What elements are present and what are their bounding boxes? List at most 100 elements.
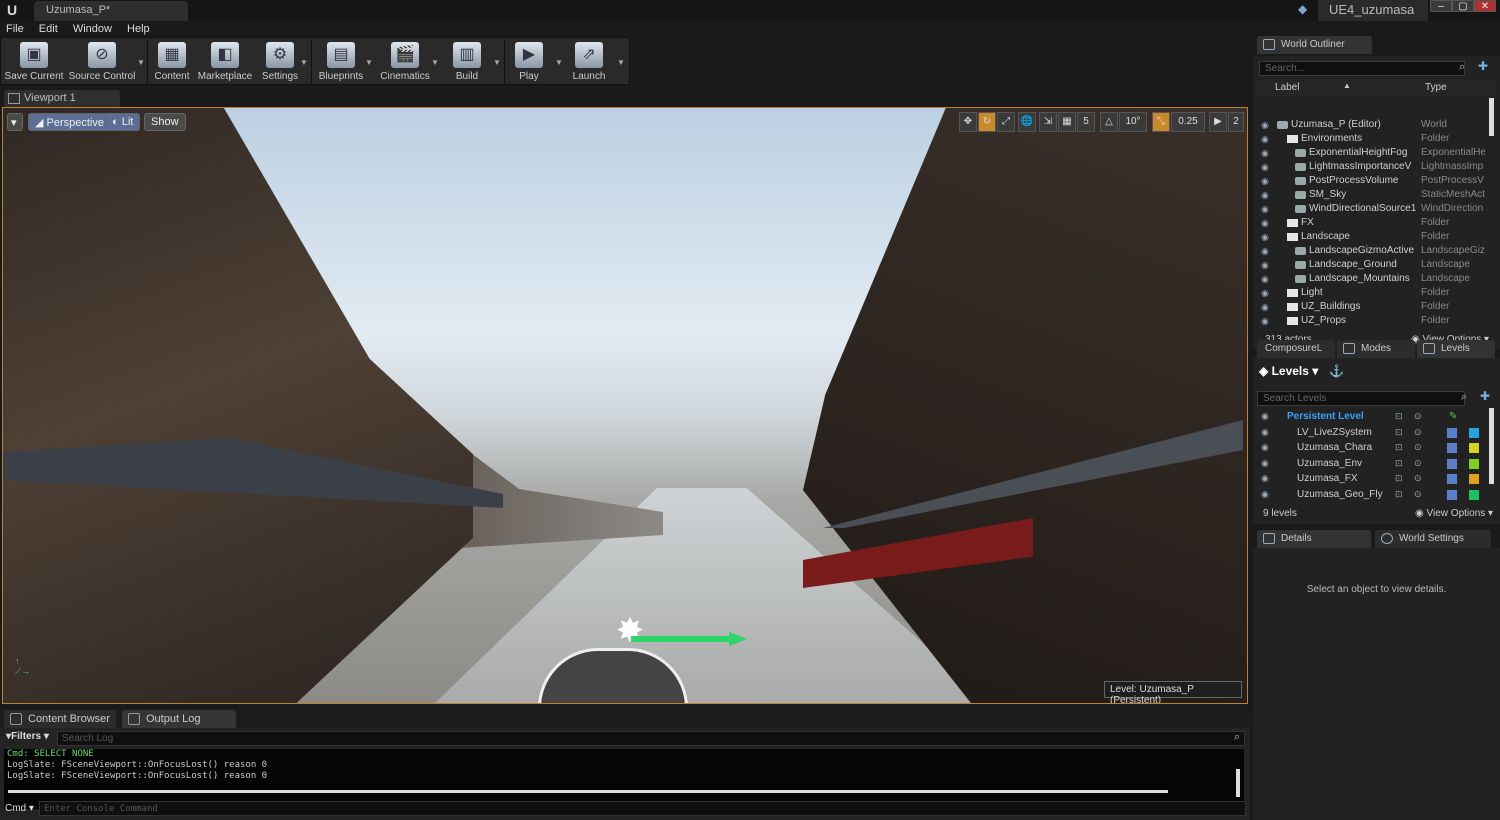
tab-world-settings[interactable]: World Settings [1375,530,1491,548]
world-space-icon[interactable]: 🌐 [1018,112,1036,132]
search-icon[interactable]: ⌕ [1459,61,1465,74]
visibility-eye-icon[interactable]: ◉ [1261,425,1269,440]
outliner-row[interactable]: ◉ FX Folder [1257,216,1495,230]
rotate-mode-icon[interactable]: ↻ [978,112,996,132]
menu-edit[interactable]: Edit [33,21,64,37]
visibility-eye-icon[interactable]: ◉ [1261,487,1269,502]
visibility-eye-icon[interactable]: ◉ [1261,132,1269,146]
launch-button[interactable]: ⇗ Launch [569,40,609,84]
save-level-icon[interactable] [1447,490,1457,500]
play-dropdown-icon[interactable]: ▼ [555,58,563,67]
level-color-swatch[interactable] [1469,427,1479,438]
search-log-input[interactable]: Search Log [57,731,1245,746]
level-viewport[interactable]: ✸ ↑ ⟋→ ▾ ◢ Perspective ◐ Lit Show ✥ ↻ ⤢ 🌐… [2,107,1248,704]
save-level-icon[interactable] [1447,474,1457,485]
source-control-button[interactable]: ⊘ Source Control [67,40,137,84]
blueprints-dropdown-icon[interactable]: ▼ [365,58,373,67]
log-text-area[interactable]: Cmd: SELECT NONE LogSlate: FSceneViewpor… [4,749,1244,809]
lit-button[interactable]: ◐ Lit [105,113,141,131]
tab-composure[interactable]: ComposureL [1257,340,1335,358]
log-vertical-scrollbar[interactable] [1236,769,1240,797]
add-filter-icon[interactable]: ✚ [1478,59,1488,73]
show-button[interactable]: Show [144,113,186,131]
grid-snap-value[interactable]: 5 [1077,112,1095,132]
menu-file[interactable]: File [0,21,30,37]
outliner-row[interactable]: ◉ SM_Sky StaticMeshAct [1257,188,1495,202]
add-level-icon[interactable]: ✚ [1480,389,1490,403]
save-current-button[interactable]: ▣ Save Current [4,40,64,84]
outliner-row[interactable]: ◉ UZ_Buildings Folder [1257,300,1495,314]
grid-snap-icon[interactable]: ▦ [1058,112,1076,132]
visibility-eye-icon[interactable]: ◉ [1261,160,1269,174]
outliner-row[interactable]: ◉ PostProcessVolume PostProcessV [1257,174,1495,188]
visibility-eye-icon[interactable]: ◉ [1261,244,1269,258]
source-control-dropdown-icon[interactable]: ▼ [137,58,145,67]
lock-icon[interactable]: ⊡ [1395,425,1403,440]
level-row[interactable]: ◉ LV_LiveZSystem ⊡ ⊙ [1257,425,1495,440]
cmd-dropdown[interactable]: Cmd ▾ [5,803,34,814]
search-levels-input[interactable]: Search Levels [1257,391,1465,406]
save-level-icon[interactable] [1447,458,1457,469]
level-color-swatch[interactable] [1469,458,1479,469]
tab-content-browser[interactable]: Content Browser [4,710,116,728]
save-level-icon[interactable] [1447,427,1457,438]
minimize-button[interactable]: – [1430,0,1452,12]
levels-view-options[interactable]: ◉ View Options ▾ [1415,508,1493,519]
perspective-button[interactable]: ◢ Perspective [28,113,111,131]
build-button[interactable]: ▥ Build [447,40,487,84]
close-button[interactable]: ✕ [1474,0,1496,12]
level-row[interactable]: ◉ Uzumasa_Geo_Fly ⊡ ⊙ [1257,487,1495,502]
content-button[interactable]: ▦ Content [151,40,193,84]
search-icon[interactable]: ⌕ [1461,391,1467,404]
level-color-swatch[interactable] [1469,474,1479,485]
log-horizontal-scrollbar[interactable] [8,790,1168,793]
tab-details[interactable]: Details [1257,530,1371,548]
visibility-eye-icon[interactable]: ◉ [1261,230,1269,244]
outliner-row[interactable]: ◉ Landscape_Mountains Landscape [1257,272,1495,286]
level-color-swatch[interactable] [1469,443,1479,454]
translate-mode-icon[interactable]: ✥ [959,112,977,132]
filters-dropdown[interactable]: ▾Filters ▾ [6,731,49,742]
outliner-row[interactable]: ◉ Uzumasa_P (Editor) World [1257,118,1495,132]
search-icon[interactable]: ⌕ [1234,731,1240,744]
menu-window[interactable]: Window [67,21,118,37]
console-command-input[interactable]: Enter Console Command [39,801,1246,816]
document-tab[interactable]: Uzumasa_P* [34,1,188,21]
lock-icon[interactable]: ⊡ [1395,456,1403,471]
level-row[interactable]: ◉ Uzumasa_Chara ⊡ ⊙ [1257,440,1495,455]
visibility-eye-icon[interactable]: ◉ [1261,258,1269,272]
settings-dropdown-icon[interactable]: ▼ [300,58,308,67]
streaming-icon[interactable]: ⊙ [1414,440,1422,455]
visibility-eye-icon[interactable]: ◉ [1261,300,1269,314]
outliner-row[interactable]: ◉ Landscape Folder [1257,230,1495,244]
viewport-tab[interactable]: Viewport 1 [4,90,120,107]
column-type[interactable]: Type [1425,82,1447,93]
camera-speed-value[interactable]: 2 [1228,112,1244,132]
translate-arrow-y[interactable] [631,636,731,642]
visibility-eye-icon[interactable]: ◉ [1261,456,1269,471]
rotation-snap-icon[interactable]: △ [1100,112,1118,132]
lock-icon[interactable]: ⊡ [1395,471,1403,486]
lock-icon[interactable]: ⊡ [1395,409,1403,424]
streaming-icon[interactable]: ⊙ [1414,456,1422,471]
cinematics-dropdown-icon[interactable]: ▼ [431,58,439,67]
visibility-eye-icon[interactable]: ◉ [1261,471,1269,486]
lock-icon[interactable]: ⊡ [1395,487,1403,502]
level-row[interactable]: ◉ Uzumasa_FX ⊡ ⊙ [1257,471,1495,486]
streaming-icon[interactable]: ⊙ [1414,487,1422,502]
camera-speed-icon[interactable]: ▶ [1209,112,1227,132]
visibility-eye-icon[interactable]: ◉ [1261,174,1269,188]
visibility-eye-icon[interactable]: ◉ [1261,440,1269,455]
visibility-eye-icon[interactable]: ◉ [1261,286,1269,300]
translate-arrow-head[interactable] [729,632,747,646]
visibility-eye-icon[interactable]: ◉ [1261,146,1269,160]
outliner-row[interactable]: ◉ LandscapeGizmoActive LandscapeGiz [1257,244,1495,258]
outliner-row[interactable]: ◉ UZ_Props Folder [1257,314,1495,328]
lock-icon[interactable]: ⊡ [1395,440,1403,455]
rotation-snap-value[interactable]: 10° [1119,112,1147,132]
settings-button[interactable]: ⚙ Settings [258,40,302,84]
save-level-icon[interactable] [1447,443,1457,454]
visibility-eye-icon[interactable]: ◉ [1261,409,1269,424]
outliner-row[interactable]: ◉ LightmassImportanceV LightmassImp [1257,160,1495,174]
build-dropdown-icon[interactable]: ▼ [493,58,501,67]
